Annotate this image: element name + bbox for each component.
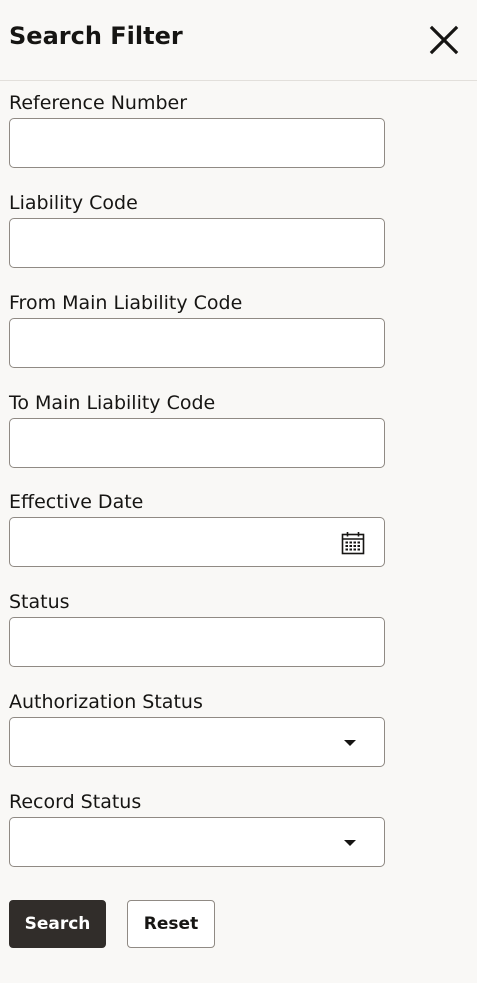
effective-date-input[interactable]	[10, 518, 384, 566]
liability-code-label: Liability Code	[9, 192, 138, 214]
close-button[interactable]	[428, 24, 460, 56]
from-main-liability-code-label: From Main Liability Code	[9, 292, 243, 314]
record-status-select[interactable]	[9, 817, 385, 867]
from-main-liability-code-field[interactable]	[9, 318, 385, 368]
chevron-down-icon[interactable]	[344, 740, 356, 746]
reference-number-field[interactable]	[9, 118, 385, 168]
chevron-down-icon[interactable]	[344, 840, 356, 846]
to-main-liability-code-label: To Main Liability Code	[9, 392, 216, 414]
close-icon[interactable]	[428, 24, 460, 56]
liability-code-input[interactable]	[10, 219, 384, 267]
to-main-liability-code-field[interactable]	[9, 418, 385, 468]
status-field[interactable]	[9, 617, 385, 667]
status-label: Status	[9, 591, 70, 613]
authorization-status-label: Authorization Status	[9, 691, 203, 713]
search-button[interactable]: Search	[9, 900, 106, 948]
filter-header: Search Filter	[0, 0, 477, 81]
to-main-liability-code-input[interactable]	[10, 419, 384, 467]
authorization-status-select[interactable]	[9, 717, 385, 767]
reset-button[interactable]: Reset	[127, 900, 215, 948]
effective-date-label: Effective Date	[9, 491, 144, 513]
from-main-liability-code-input[interactable]	[10, 319, 384, 367]
effective-date-field[interactable]	[9, 517, 385, 567]
record-status-label: Record Status	[9, 791, 142, 813]
page-title: Search Filter	[9, 22, 183, 50]
reference-number-label: Reference Number	[9, 92, 188, 114]
calendar-icon[interactable]	[341, 531, 365, 555]
reference-number-input[interactable]	[10, 119, 384, 167]
liability-code-field[interactable]	[9, 218, 385, 268]
status-input[interactable]	[10, 618, 384, 666]
